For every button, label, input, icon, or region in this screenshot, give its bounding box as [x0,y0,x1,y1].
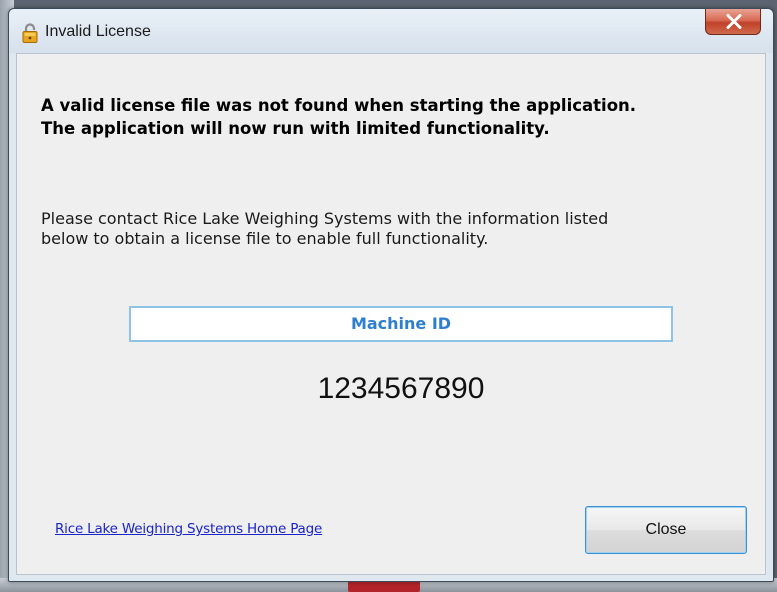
invalid-license-dialog: Invalid License A valid license file was… [8,8,774,582]
heading-line: The application will now run with limite… [41,119,550,138]
padlock-icon [21,23,39,43]
machine-id-value: 1234567890 [317,372,485,405]
body-line: below to obtain a license file to enable… [41,229,489,248]
home-page-link[interactable]: Rice Lake Weighing Systems Home Page [55,521,322,537]
title-bar[interactable]: Invalid License [9,9,773,53]
contact-instructions: Please contact Rice Lake Weighing System… [41,209,751,249]
heading-line: A valid license file was not found when … [41,96,637,115]
window-close-button[interactable] [705,9,761,35]
close-button[interactable]: Close [585,506,747,554]
window-title: Invalid License [45,23,151,40]
close-x-icon [726,14,742,29]
dialog-content: A valid license file was not found when … [16,53,766,575]
machine-id-label: Machine ID [129,306,673,342]
warning-heading: A valid license file was not found when … [41,94,751,140]
body-line: Please contact Rice Lake Weighing System… [41,209,609,228]
